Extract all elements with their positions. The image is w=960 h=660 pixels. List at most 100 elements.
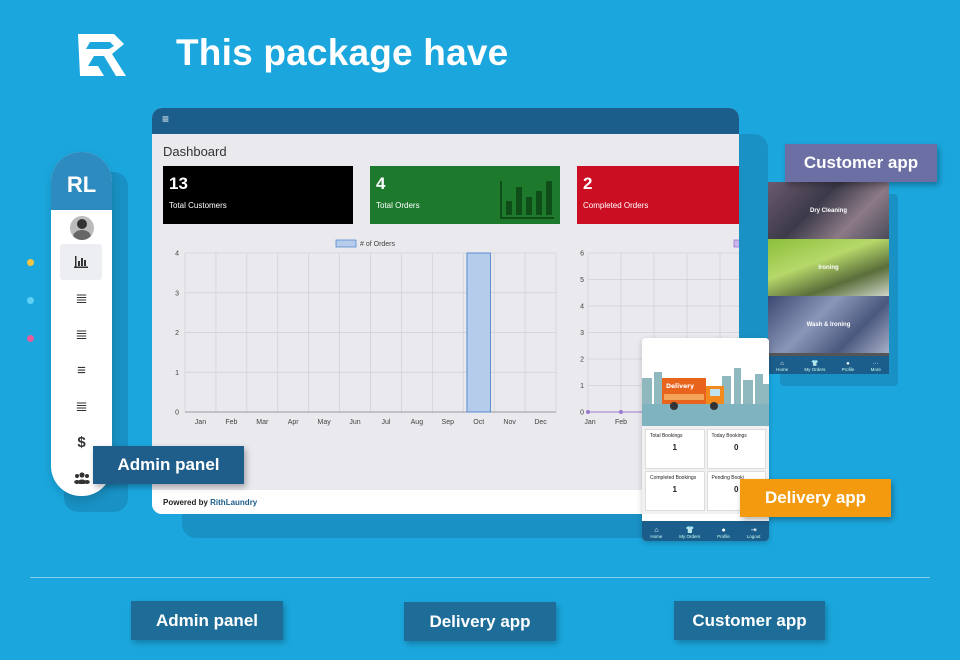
x-tick-label: Feb xyxy=(225,419,237,426)
sidebar-item-dashboard[interactable] xyxy=(60,244,102,280)
x-tick-label: Mar xyxy=(256,419,269,426)
sidebar-item-list-2[interactable]: ≣ xyxy=(51,316,112,352)
stat-total-bookings[interactable]: Total Bookings 1 xyxy=(645,429,705,469)
nav-home[interactable]: ⌂ Home xyxy=(650,527,662,539)
stat-value: 13 xyxy=(169,174,188,193)
legend-swatch xyxy=(335,239,357,248)
x-tick-label: Feb xyxy=(615,419,627,426)
shirt-icon: 👕 xyxy=(685,527,695,534)
legend-swatch xyxy=(733,239,739,248)
service-ironing[interactable]: Ironing xyxy=(768,239,889,296)
admin-sidebar: RL ≣ ≣ ≡ ≣ $ xyxy=(51,152,112,496)
home-icon: ⌂ xyxy=(654,527,659,534)
dollar-icon: $ xyxy=(77,433,86,451)
delivery-truck-illustration: Delivery xyxy=(642,338,769,426)
customer-app-button[interactable]: Customer app xyxy=(674,601,825,640)
bar-chart-icon xyxy=(74,256,88,268)
sidebar-item-list-3[interactable]: ≡ xyxy=(51,352,112,388)
x-tick-label: Jul xyxy=(381,419,390,426)
service-wash-ironing[interactable]: Wash & Ironing xyxy=(768,296,889,353)
orders-bar-chart: # of Orders 0 1 2 3 4 Jan Feb Mar Apr May Jun Jul Aug… xyxy=(175,239,557,426)
admin-panel-button[interactable]: Admin panel xyxy=(131,601,283,640)
bar-chart-icon xyxy=(500,181,554,219)
avatar[interactable] xyxy=(69,216,94,240)
y-tick-label: 3 xyxy=(175,290,179,297)
divider xyxy=(30,577,930,578)
users-icon xyxy=(73,472,90,484)
y-tick-label: 4 xyxy=(175,251,179,258)
y-tick-label: 1 xyxy=(175,370,179,377)
x-tick-label: Apr xyxy=(288,419,300,426)
legend-label: # of Orders xyxy=(360,241,396,248)
sidebar-brand: RL xyxy=(51,152,112,210)
footer-prefix: Powered by xyxy=(163,498,208,507)
customer-bottom-nav: ⌂ Home 👕 My Orders ● Profile ··· More xyxy=(768,356,889,374)
nav-home[interactable]: ⌂ Home xyxy=(776,361,788,372)
list-icon: ≡ xyxy=(77,361,86,379)
x-tick-label: Aug xyxy=(411,419,424,426)
service-label: Ironing xyxy=(818,264,839,271)
nav-logout[interactable]: ⇥ Logout xyxy=(747,526,761,539)
x-tick-label: Jun xyxy=(349,419,360,426)
sidebar-item-list-4[interactable]: ≣ xyxy=(51,388,112,424)
nav-my-orders[interactable]: 👕 My Orders xyxy=(679,526,700,539)
stat-completed-bookings[interactable]: Completed Bookings 1 xyxy=(645,471,705,511)
menu-icon[interactable]: ≡ xyxy=(162,112,169,126)
y-tick-label: 3 xyxy=(580,330,584,337)
admin-panel-label: Admin panel xyxy=(93,446,244,484)
nav-more[interactable]: ··· More xyxy=(871,361,881,372)
y-tick-label: 0 xyxy=(175,410,179,417)
list-icon: ≣ xyxy=(75,326,88,343)
dot-pink xyxy=(27,335,34,342)
nav-profile[interactable]: ● Profile xyxy=(717,527,730,539)
x-tick-label: May xyxy=(318,419,332,426)
stat-card-customers[interactable]: 13 Total Customers xyxy=(163,166,353,224)
page-title: Dashboard xyxy=(163,144,227,159)
x-tick-label: Nov xyxy=(503,419,516,426)
stat-cards: 13 Total Customers 4 Total Orders 2 Comp… xyxy=(163,166,739,224)
truck-logo-text: Delivery xyxy=(666,383,694,390)
dot-blue xyxy=(27,297,34,304)
service-dry-cleaning[interactable]: Dry Cleaning xyxy=(768,182,889,239)
stat-label: Total Customers xyxy=(169,201,227,210)
brand-logo xyxy=(78,34,126,76)
delivery-app-label: Delivery app xyxy=(740,479,891,517)
dashboard-topbar: ≡ xyxy=(152,108,739,134)
data-point xyxy=(619,410,623,414)
x-tick-label: Oct xyxy=(473,419,484,426)
delivery-app-button[interactable]: Delivery app xyxy=(404,602,556,641)
y-tick-label: 0 xyxy=(580,410,584,417)
stat-card-completed[interactable]: 2 Completed Orders xyxy=(577,166,739,224)
list-icon: ≣ xyxy=(75,290,88,307)
delivery-hero-image: Delivery xyxy=(642,338,769,426)
y-tick-label: 5 xyxy=(580,277,584,284)
y-tick-label: 6 xyxy=(580,251,584,258)
x-tick-label: Jan xyxy=(584,419,595,426)
stat-card-orders[interactable]: 4 Total Orders xyxy=(370,166,560,224)
y-tick-label: 4 xyxy=(580,304,584,311)
delivery-bottom-nav: ⌂ Home 👕 My Orders ● Profile ⇥ Logout xyxy=(642,521,769,541)
x-tick-label: Sep xyxy=(442,419,455,426)
y-tick-label: 1 xyxy=(580,383,584,390)
headline: This package have xyxy=(176,32,509,73)
footer-brand[interactable]: RithLaundry xyxy=(210,498,257,507)
service-label: Dry Cleaning xyxy=(809,207,847,214)
customer-app-label: Customer app xyxy=(785,144,937,182)
x-tick-label: Jan xyxy=(195,419,206,426)
nav-profile[interactable]: ● Profile xyxy=(842,361,855,372)
dot-yellow xyxy=(27,259,34,266)
data-point xyxy=(586,410,590,414)
y-tick-label: 2 xyxy=(175,330,179,337)
customer-app-screen: Dry Cleaning Ironing Wash & Ironing ⌂ Hom… xyxy=(768,182,889,374)
shirt-icon: 👕 xyxy=(811,361,819,367)
stat-label: Completed Orders xyxy=(583,201,649,210)
list-icon: ≣ xyxy=(75,398,88,415)
stat-value: 2 xyxy=(583,174,593,193)
service-label: Wash & Ironing xyxy=(806,321,851,328)
sidebar-item-list-1[interactable]: ≣ xyxy=(51,280,112,316)
x-tick-label: Dec xyxy=(534,419,547,426)
user-icon: ● xyxy=(721,527,726,534)
stat-today-bookings[interactable]: Today Bookings 0 xyxy=(706,429,766,469)
logout-icon: ⇥ xyxy=(750,527,757,534)
nav-my-orders[interactable]: 👕 My Orders xyxy=(804,360,825,372)
